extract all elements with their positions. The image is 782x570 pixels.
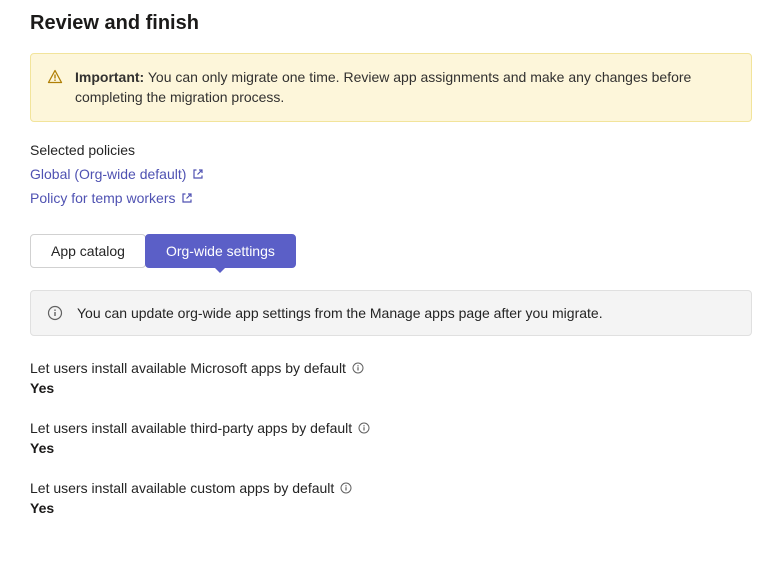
- setting-third-party-apps: Let users install available third-party …: [30, 420, 752, 456]
- tab-org-wide-settings[interactable]: Org-wide settings: [145, 234, 296, 268]
- tab-app-catalog[interactable]: App catalog: [30, 234, 146, 268]
- selected-policies-label: Selected policies: [30, 142, 752, 158]
- important-alert: Important: You can only migrate one time…: [30, 53, 752, 122]
- info-icon[interactable]: [352, 362, 364, 374]
- open-external-icon: [181, 192, 193, 204]
- policy-link-global[interactable]: Global (Org-wide default): [30, 166, 204, 182]
- policy-link-label: Policy for temp workers: [30, 190, 175, 206]
- alert-strong: Important:: [75, 69, 144, 85]
- setting-value: Yes: [30, 380, 752, 396]
- alert-text: You can only migrate one time. Review ap…: [75, 69, 691, 105]
- setting-label-text: Let users install available custom apps …: [30, 480, 334, 496]
- setting-value: Yes: [30, 500, 752, 516]
- info-banner-text: You can update org-wide app settings fro…: [77, 305, 603, 321]
- open-external-icon: [192, 168, 204, 180]
- setting-label-text: Let users install available Microsoft ap…: [30, 360, 346, 376]
- setting-value: Yes: [30, 440, 752, 456]
- policy-link-label: Global (Org-wide default): [30, 166, 186, 182]
- info-icon[interactable]: [358, 422, 370, 434]
- warning-icon: [47, 69, 63, 85]
- page-title: Review and finish: [30, 12, 752, 35]
- policy-link-temp-workers[interactable]: Policy for temp workers: [30, 190, 193, 206]
- info-icon: [47, 305, 63, 321]
- setting-label-text: Let users install available third-party …: [30, 420, 352, 436]
- info-banner: You can update org-wide app settings fro…: [30, 290, 752, 336]
- alert-message: Important: You can only migrate one time…: [75, 68, 735, 107]
- tab-bar: App catalog Org-wide settings: [30, 234, 752, 268]
- setting-microsoft-apps: Let users install available Microsoft ap…: [30, 360, 752, 396]
- info-icon[interactable]: [340, 482, 352, 494]
